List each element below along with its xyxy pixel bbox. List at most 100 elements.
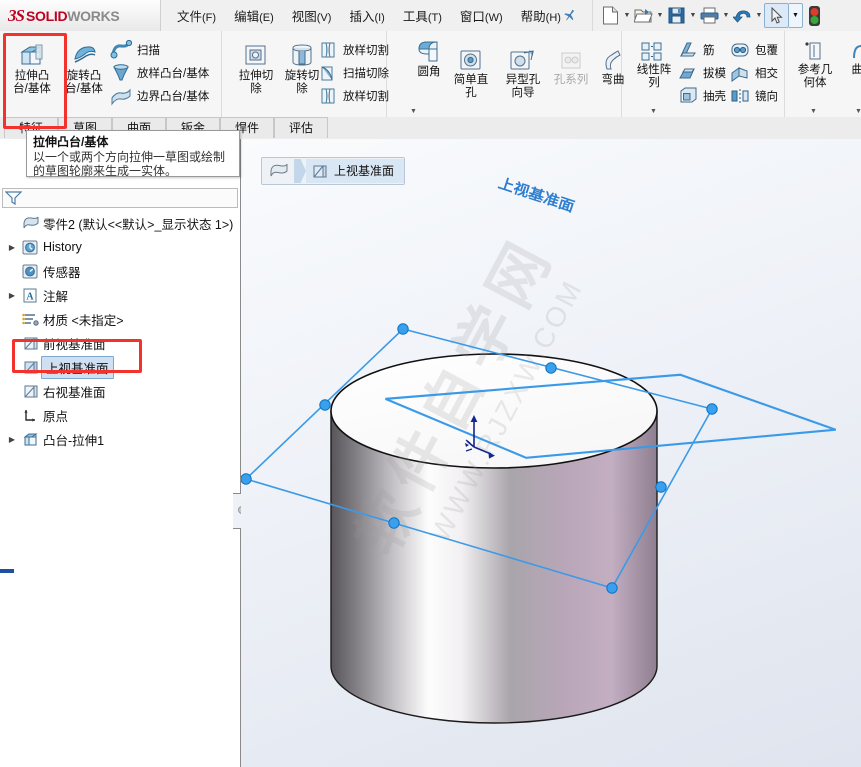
plane-icon[interactable] <box>306 159 332 183</box>
open-document-icon[interactable] <box>632 4 655 27</box>
view-orientation-caret-icon[interactable]: ▼ <box>695 139 705 140</box>
rib-button[interactable]: 筋 <box>678 38 726 61</box>
shell-icon <box>678 86 698 106</box>
menu-item-file[interactable]: 文件(F) <box>168 3 225 28</box>
boundary-boss-button[interactable]: 边界凸台/基体 <box>110 84 209 107</box>
view-orientation-icon[interactable] <box>671 139 695 140</box>
rebuild-status-icon[interactable] <box>803 4 826 27</box>
ribbon-group-reference: 参考几何体 ▼ 曲线 ▼ <box>785 31 861 117</box>
loft-cut-button[interactable]: 放样切割 <box>318 38 389 61</box>
solidworks-logo: 3S SOLIDWORKS <box>0 0 161 32</box>
tree-node-boss-extrude1[interactable]: ▶ 凸台-拉伸1 <box>0 427 240 451</box>
part-icon[interactable] <box>262 159 294 183</box>
loft-cut-icon <box>318 40 338 60</box>
breadcrumb[interactable]: 上视基准面 <box>261 157 405 185</box>
zoom-to-area-icon[interactable] <box>599 139 623 140</box>
expand-arrow-icon[interactable]: ▶ <box>4 243 20 252</box>
appearances-icon[interactable] <box>773 139 797 140</box>
hide-show-items-caret-icon[interactable]: ▼ <box>763 139 773 140</box>
intersect-button[interactable]: 相交 <box>730 61 778 84</box>
loft-boss-icon <box>110 63 132 83</box>
svg-text:A: A <box>26 291 34 302</box>
select-dropdown-caret-icon[interactable]: ▼ <box>789 3 803 28</box>
tree-filter-bar[interactable] <box>2 188 238 208</box>
display-style-caret-icon[interactable]: ▼ <box>729 139 739 140</box>
mirror-button[interactable]: 镜向 <box>730 84 778 107</box>
brand-mark-icon: 3S <box>8 6 24 26</box>
annotations-icon: A <box>20 288 40 303</box>
fillet-dropdown-caret-icon[interactable]: ▼ <box>410 108 417 115</box>
tree-node-history[interactable]: ▶ History <box>0 235 240 259</box>
save-caret-icon[interactable]: ▼ <box>688 4 698 27</box>
tree-label: 上视基准面 <box>41 356 114 379</box>
extrude-boss-button[interactable]: 拉伸凸台/基体 <box>4 39 60 96</box>
revolve-boss-button[interactable]: 旋转凸台/基体 <box>56 39 112 96</box>
ribbon-toolbar: 拉伸凸台/基体 旋转凸台/基体 扫描 放样凸台/基体 边界凸台/基体 拉伸切除 <box>0 31 861 118</box>
boundary-boss-icon <box>110 86 132 106</box>
print-caret-icon[interactable]: ▼ <box>721 4 731 27</box>
material-icon <box>20 312 40 327</box>
tree-node-material[interactable]: 材质 <未指定> <box>0 307 240 331</box>
print-icon[interactable] <box>698 4 721 27</box>
shell-button[interactable]: 抽壳 <box>678 84 726 107</box>
expand-arrow-icon[interactable]: ▶ <box>4 435 20 444</box>
wrap-button[interactable]: 包覆 <box>730 38 778 61</box>
select-icon[interactable] <box>764 3 789 28</box>
simple-hole-button[interactable]: 简单直孔 <box>443 45 499 100</box>
tree-label: 凸台-拉伸1 <box>43 430 104 449</box>
tree-node-top-plane[interactable]: 上视基准面 <box>0 355 240 379</box>
plane-icon <box>20 336 40 351</box>
new-document-icon[interactable] <box>599 4 622 27</box>
linear-pattern-button[interactable]: 线性阵列 <box>626 37 682 90</box>
previous-view-icon[interactable] <box>623 139 647 140</box>
sweep-cut-button[interactable]: 扫描切除 <box>318 61 389 84</box>
tree-node-part[interactable]: 零件2 (默认<<默认>_显示状态 1>) <box>0 211 240 235</box>
tooltip-title: 拉伸凸台/基体 <box>33 135 233 149</box>
expand-arrow-icon[interactable]: ▶ <box>4 291 20 300</box>
tree-node-front-plane[interactable]: 前视基准面 <box>0 331 240 355</box>
display-style-icon[interactable] <box>705 139 729 140</box>
sweep-button[interactable]: 扫描 <box>110 38 209 61</box>
section-view-icon[interactable] <box>647 139 671 140</box>
sweep-icon <box>110 40 132 60</box>
save-icon[interactable] <box>665 4 688 27</box>
draft-button[interactable]: 拔模 <box>678 61 726 84</box>
menu-item-insert[interactable]: 插入(I) <box>340 3 393 28</box>
mirror-icon <box>730 86 750 106</box>
sensors-icon <box>20 264 40 279</box>
loft-cut-button-2[interactable]: 放样切割 <box>318 84 389 107</box>
curves-dropdown-caret-icon[interactable]: ▼ <box>855 108 861 115</box>
tab-evaluate[interactable]: 评估 <box>274 117 328 138</box>
graphics-viewport[interactable]: 软件自学网 WWW.RJZXW.COM <box>241 139 861 767</box>
curves-button[interactable]: 曲线 <box>835 37 861 77</box>
draft-icon <box>678 63 698 83</box>
undo-icon[interactable] <box>731 4 754 27</box>
open-document-caret-icon[interactable]: ▼ <box>655 4 665 27</box>
hole-wizard-icon <box>509 49 537 73</box>
tree-node-right-plane[interactable]: 右视基准面 <box>0 379 240 403</box>
tree-label: 注解 <box>43 286 68 305</box>
new-document-caret-icon[interactable]: ▼ <box>622 4 632 27</box>
linear-pattern-dropdown-caret-icon[interactable]: ▼ <box>650 108 657 115</box>
model-canvas[interactable]: 软件自学网 WWW.RJZXW.COM <box>241 139 861 767</box>
panel-edge-marker <box>0 569 14 573</box>
tree-node-sensors[interactable]: 传感器 <box>0 259 240 283</box>
reference-geometry-icon <box>802 41 828 63</box>
hole-series-icon <box>559 49 583 73</box>
quick-access-toolbar: ▼ ▼ ▼ ▼ ▼ ▼ <box>592 0 826 31</box>
menu-bar: 文件(F) 编辑(E) 视图(V) 插入(I) 工具(T) 窗口(W) 帮助(H… <box>168 0 570 31</box>
undo-caret-icon[interactable]: ▼ <box>754 4 764 27</box>
menu-item-window[interactable]: 窗口(W) <box>451 3 512 28</box>
menu-item-tools[interactable]: 工具(T) <box>394 3 451 28</box>
menu-item-edit[interactable]: 编辑(E) <box>225 3 283 28</box>
tree-label: 原点 <box>43 406 68 425</box>
menu-item-view[interactable]: 视图(V) <box>283 3 341 28</box>
zoom-to-fit-icon[interactable] <box>575 139 599 140</box>
loft-boss-button[interactable]: 放样凸台/基体 <box>110 61 209 84</box>
tree-node-origin[interactable]: 原点 <box>0 403 240 427</box>
loft-cut-icon <box>318 86 338 106</box>
hide-show-items-icon[interactable] <box>739 139 763 140</box>
history-icon <box>20 240 40 255</box>
tree-node-annotations[interactable]: ▶ A 注解 <box>0 283 240 307</box>
reference-geometry-dropdown-caret-icon[interactable]: ▼ <box>810 108 817 115</box>
